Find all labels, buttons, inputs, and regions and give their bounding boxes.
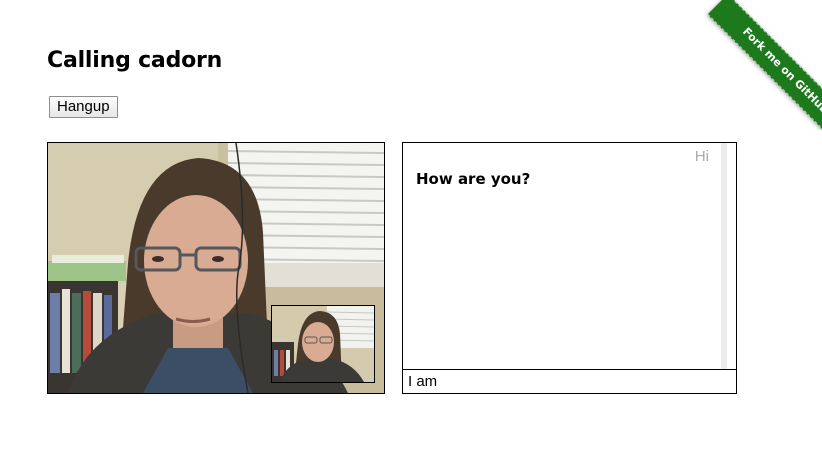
page: Calling cadorn Hangup Hi How are you? I … xyxy=(0,0,822,461)
page-title: Calling cadorn xyxy=(47,48,223,73)
local-video-frame xyxy=(272,306,374,382)
chat-message-remote: Hi xyxy=(694,148,709,165)
local-video-preview xyxy=(271,305,375,383)
remote-video xyxy=(47,142,385,394)
chat-panel: Hi How are you? xyxy=(402,142,737,394)
chat-messages[interactable]: Hi How are you? xyxy=(403,143,736,370)
chat-scrollbar[interactable] xyxy=(721,143,727,369)
github-ribbon-container: Fork me on GitHub xyxy=(692,0,822,130)
chat-input[interactable] xyxy=(403,370,736,393)
chat-message-local: How are you? xyxy=(416,170,531,188)
fork-on-github-ribbon[interactable]: Fork me on GitHub xyxy=(707,0,822,130)
hangup-button[interactable]: Hangup xyxy=(49,96,118,118)
